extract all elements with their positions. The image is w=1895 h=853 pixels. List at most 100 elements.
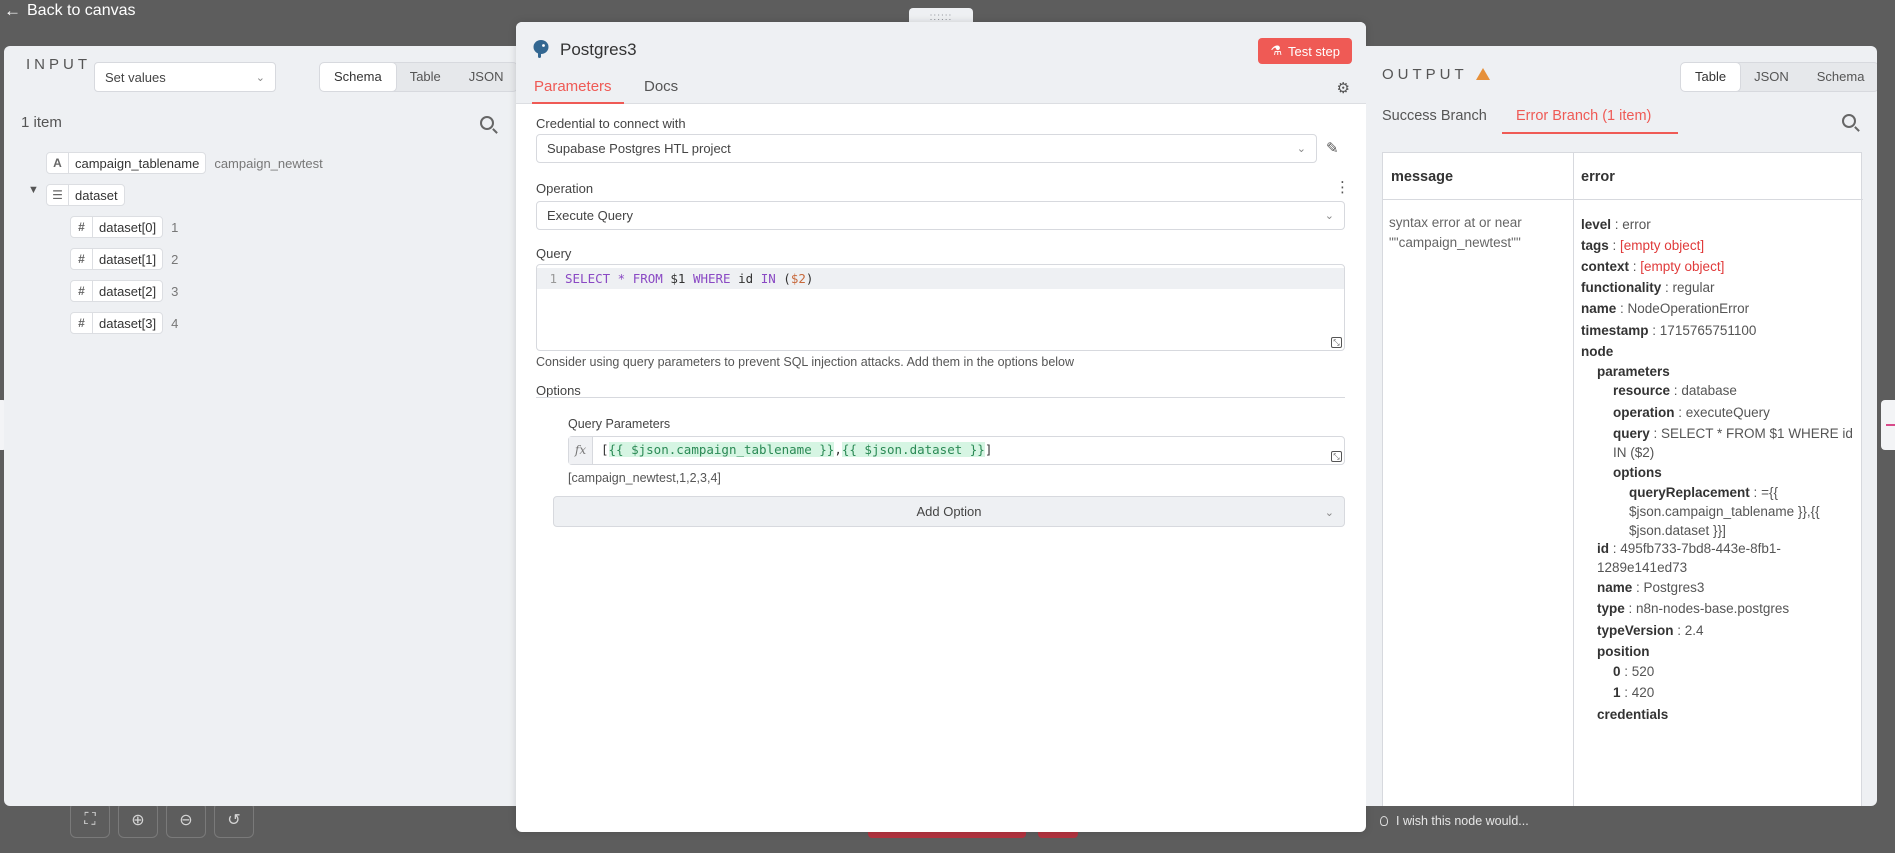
zoom-out-icon[interactable]: ⊖ (166, 802, 206, 838)
sql-paren: ) (805, 271, 814, 286)
expr-token: {{ $json.campaign_tablename }} (608, 442, 835, 457)
operation-select[interactable]: Execute Query ⌄ (536, 201, 1345, 230)
column-header-error: error (1581, 169, 1615, 185)
input-label: INPUT (26, 56, 91, 73)
output-view-switch: Table JSON Schema (1680, 62, 1877, 92)
schema-field-value: campaign_newtest (214, 155, 323, 171)
sql-operator: * (610, 271, 633, 286)
credential-label: Credential to connect with (536, 116, 686, 131)
column-header-message: message (1391, 169, 1454, 185)
error-entry: query : SELECT * FROM $1 WHERE id IN ($2… (1613, 426, 1853, 460)
warning-icon (1475, 68, 1490, 80)
error-entry: functionality : regular (1581, 280, 1715, 295)
credential-select[interactable]: Supabase Postgres HTL project ⌄ (536, 134, 1317, 163)
sql-identifier: id (730, 271, 761, 286)
flask-icon: ⚗ (1270, 43, 1282, 58)
query-hint: Consider using query parameters to preve… (536, 355, 1075, 369)
output-view-json[interactable]: JSON (1740, 63, 1803, 91)
sql-param: $1 (662, 271, 693, 286)
tab-parameters[interactable]: Parameters (534, 78, 612, 95)
input-source-select[interactable]: Set values ⌄ (94, 62, 276, 92)
schema-field-chip[interactable]: # dataset[0] (70, 216, 164, 238)
sql-paren: ( (775, 271, 791, 286)
schema-field-chip[interactable]: A campaign_tablename (46, 152, 207, 174)
chevron-down-icon: ⌄ (255, 71, 265, 84)
tab-docs[interactable]: Docs (644, 78, 678, 95)
error-entry: credentials (1597, 707, 1669, 722)
add-option-button[interactable]: Add Option ⌄ (553, 496, 1345, 527)
test-step-label: Test step (1287, 43, 1340, 59)
tab-success-branch[interactable]: Success Branch (1382, 108, 1487, 124)
line-number: 1 (549, 271, 557, 286)
output-panel: OUTPUT Table JSON Schema Success Branch … (1366, 46, 1877, 806)
node-settings-panel: Postgres3 ⚗ Test step Parameters Docs ⚙ … (516, 22, 1366, 832)
error-entry: operation : executeQuery (1613, 405, 1770, 420)
sql-keyword: SELECT (565, 271, 611, 286)
feedback-text: I wish this node would... (1396, 814, 1529, 828)
operation-value: Execute Query (547, 208, 633, 223)
input-view-json[interactable]: JSON (455, 63, 518, 91)
error-entry: queryReplacement : ={{ $json.campaign_ta… (1629, 485, 1820, 538)
schema-field-chip[interactable]: ☰ dataset (46, 184, 125, 206)
schema-field-chip[interactable]: # dataset[3] (70, 312, 164, 334)
resize-icon[interactable]: ⤡ (1331, 451, 1342, 462)
query-label: Query (536, 246, 572, 261)
operation-label: Operation (536, 181, 594, 196)
arrow-left-icon: ← (4, 1, 21, 20)
back-to-canvas-link[interactable]: ← Back to canvas (4, 1, 136, 21)
node-title[interactable]: Postgres3 (560, 40, 637, 60)
input-view-schema[interactable]: Schema (320, 63, 396, 91)
schema-field-key: dataset[2] (99, 283, 157, 299)
active-tab-underline (532, 102, 624, 104)
schema-field-value: 1 (171, 219, 179, 235)
feedback-link[interactable]: I wish this node would... (1380, 814, 1529, 828)
number-type-icon: # (71, 281, 93, 301)
credential-value: Supabase Postgres HTL project (547, 141, 731, 156)
error-entry: level : error (1581, 217, 1651, 232)
number-type-icon: # (71, 249, 93, 269)
error-entry: position (1597, 644, 1650, 659)
output-label-wrap: OUTPUT (1382, 66, 1490, 83)
search-icon[interactable] (480, 116, 494, 130)
schema-row: ☰ dataset (46, 184, 125, 206)
schema-row: # dataset[2] 3 (70, 280, 178, 302)
node-header: Postgres3 ⚗ Test step Parameters Docs ⚙ (516, 22, 1366, 104)
schema-field-chip[interactable]: # dataset[1] (70, 248, 164, 270)
expr-token: {{ $json.dataset }} (841, 442, 985, 457)
query-parameters-input[interactable]: fx [{{ $json.campaign_tablename }},{{ $j… (568, 436, 1345, 465)
pencil-icon[interactable]: ✎ (1326, 139, 1339, 157)
expr-bracket: ] (984, 442, 993, 457)
query-editor[interactable]: 1 SELECT * FROM $1 WHERE id IN ($2) ⤡ (536, 264, 1345, 351)
fit-view-icon[interactable]: ⛶ (70, 802, 110, 838)
output-view-table[interactable]: Table (1681, 63, 1741, 91)
chevron-down-icon: ⌄ (1296, 143, 1306, 155)
number-type-icon: # (71, 313, 93, 333)
output-view-schema[interactable]: Schema (1803, 63, 1877, 91)
output-table: message error syntax error at or near ""… (1382, 152, 1863, 806)
input-item-count: 1 item (21, 114, 62, 131)
error-entry: timestamp : 1715765751100 (1581, 323, 1757, 338)
error-entry: options (1613, 465, 1662, 480)
error-entry: context : [empty object] (1581, 259, 1725, 274)
active-tab-underline (1502, 132, 1678, 134)
search-icon[interactable] (1842, 114, 1856, 128)
error-entry: resource : database (1613, 383, 1737, 398)
tab-error-branch[interactable]: Error Branch (1 item) (1516, 108, 1651, 124)
schema-field-chip[interactable]: # dataset[2] (70, 280, 164, 302)
error-entry: type : n8n-nodes-base.postgres (1597, 601, 1790, 616)
kebab-icon[interactable]: ⋮ (1335, 178, 1350, 196)
schema-field-value: 3 (171, 283, 179, 299)
options-label: Options (536, 383, 581, 398)
schema-field-key: campaign_tablename (75, 155, 200, 171)
error-entry: name : Postgres3 (1597, 580, 1705, 595)
gear-icon[interactable]: ⚙ (1337, 79, 1350, 97)
chevron-down-icon[interactable]: ▼ (28, 184, 39, 196)
schema-field-value: 4 (171, 315, 179, 331)
zoom-in-icon[interactable]: ⊕ (118, 802, 158, 838)
fx-icon: fx (569, 437, 593, 464)
resize-icon[interactable]: ⤡ (1331, 337, 1342, 348)
test-step-button[interactable]: ⚗ Test step (1258, 38, 1352, 64)
reset-icon[interactable]: ↺ (214, 802, 254, 838)
input-view-table[interactable]: Table (396, 63, 455, 91)
postgres-elephant-icon (533, 40, 549, 58)
